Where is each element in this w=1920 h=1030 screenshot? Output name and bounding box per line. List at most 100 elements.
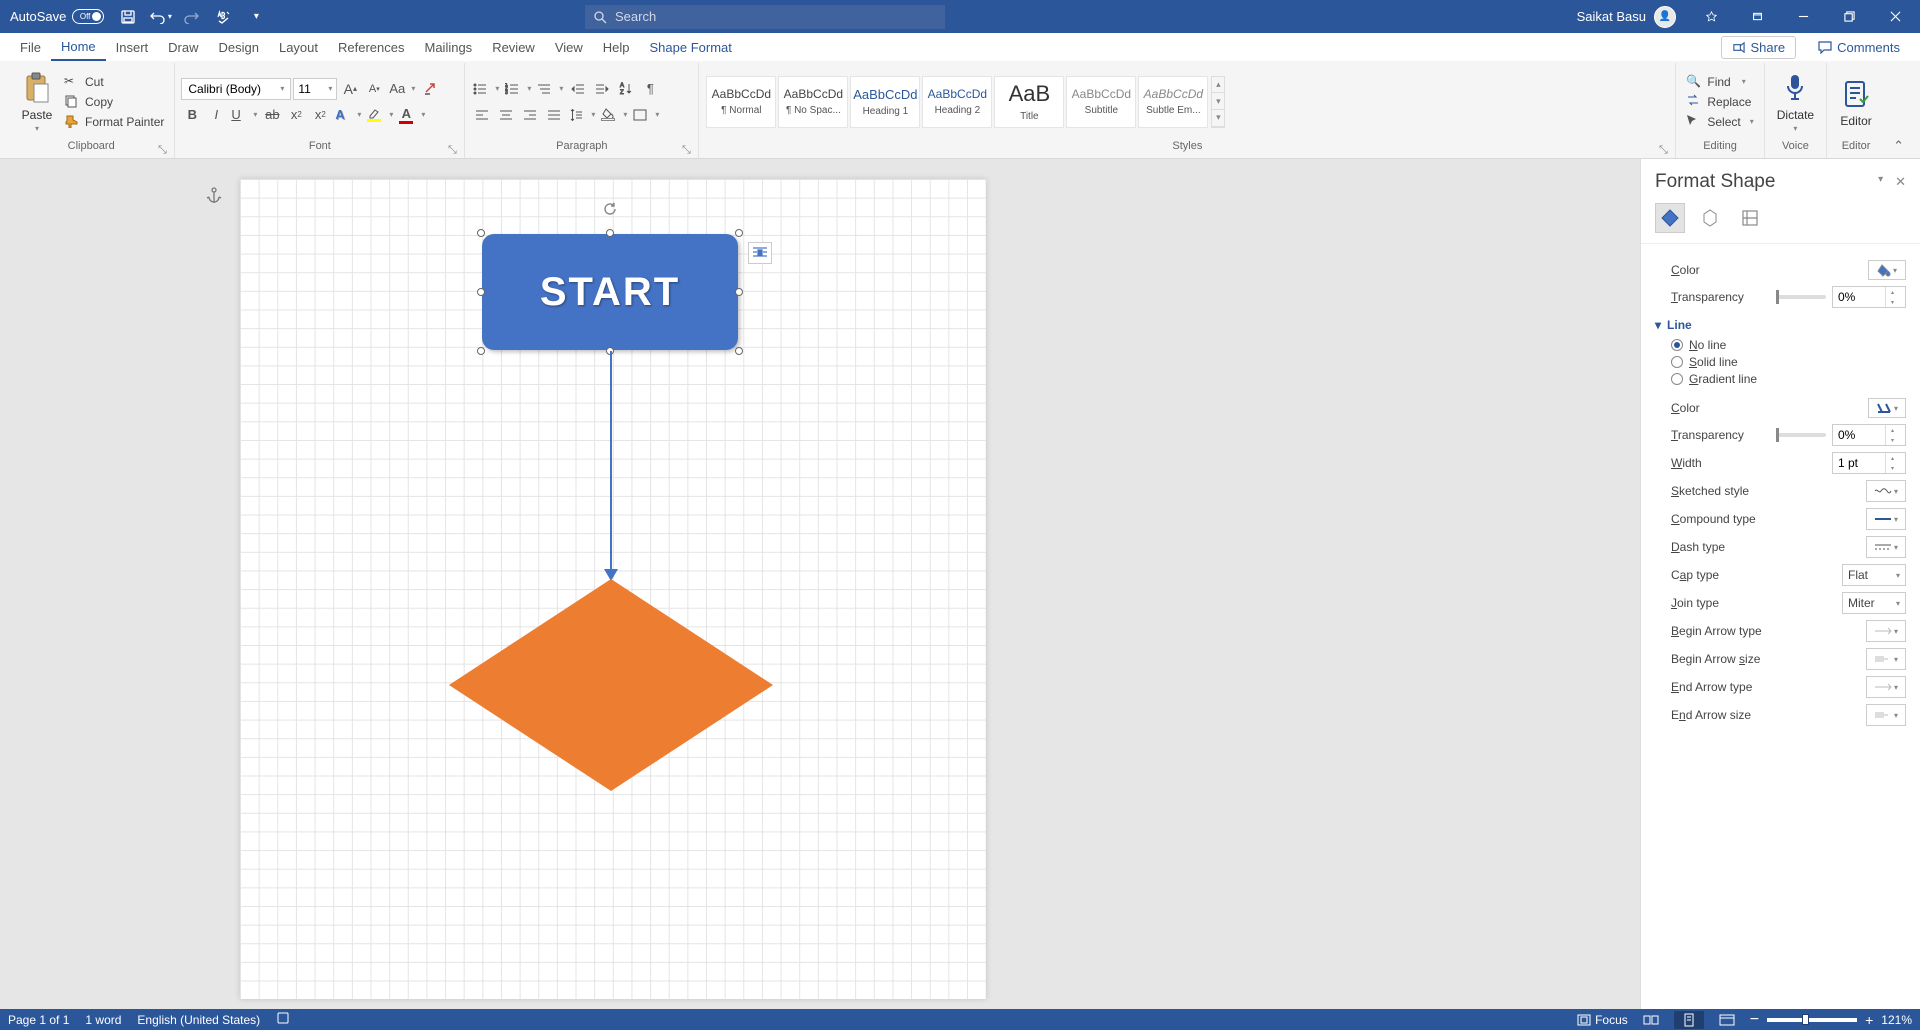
align-center-icon[interactable] [495, 104, 517, 126]
user-account[interactable]: Saikat Basu 👤 [1567, 6, 1686, 28]
tab-file[interactable]: File [10, 33, 51, 61]
collapse-ribbon-icon[interactable]: ⌃ [1885, 134, 1912, 158]
decrease-indent-icon[interactable] [567, 78, 589, 100]
autosave-toggle[interactable]: AutoSave Off [4, 9, 110, 24]
spellcheck-icon[interactable] [210, 3, 238, 31]
restore-icon[interactable] [1828, 3, 1870, 31]
align-right-icon[interactable] [519, 104, 541, 126]
rotate-handle-icon[interactable] [599, 198, 621, 220]
tab-home[interactable]: Home [51, 33, 106, 61]
line-spacing-icon[interactable]: ▾ [567, 104, 597, 126]
style-heading2[interactable]: AaBbCcDdHeading 2 [922, 76, 992, 128]
style-gallery-scroller[interactable]: ▴▾▾ [1211, 76, 1225, 128]
format-painter-button[interactable]: Format Painter [60, 113, 168, 131]
zoom-level[interactable]: 121% [1881, 1013, 1912, 1027]
autosave-pill[interactable]: Off [72, 9, 104, 24]
borders-icon[interactable]: ▾ [631, 104, 661, 126]
styles-expand-icon[interactable]: ⤡ [1657, 144, 1669, 156]
numbering-icon[interactable]: 123▾ [503, 78, 533, 100]
strikethrough-icon[interactable]: ab [261, 104, 283, 126]
tab-view[interactable]: View [545, 33, 593, 61]
paste-dropdown-icon[interactable]: ▾ [35, 124, 39, 133]
style-normal[interactable]: AaBbCcDd¶ Normal [706, 76, 776, 128]
layout-options-icon[interactable] [748, 242, 772, 264]
italic-icon[interactable]: I [205, 104, 227, 126]
web-layout-icon[interactable] [1712, 1011, 1742, 1029]
pane-tab-effects[interactable] [1695, 203, 1725, 233]
editor-button[interactable]: Editor [1833, 74, 1879, 130]
style-heading1[interactable]: AaBbCcDdHeading 1 [850, 76, 920, 128]
cut-button[interactable]: ✂Cut [60, 73, 168, 91]
gradient-line-radio[interactable]: Gradient line [1671, 372, 1906, 386]
line-transparency-input[interactable]: ▴▾ [1832, 424, 1906, 446]
style-nospacing[interactable]: AaBbCcDd¶ No Spac... [778, 76, 848, 128]
bullets-icon[interactable]: ▾ [471, 78, 501, 100]
read-mode-icon[interactable] [1636, 1011, 1666, 1029]
document-scroll-area[interactable]: START [0, 159, 1640, 1009]
line-transparency-slider[interactable] [1776, 433, 1826, 437]
dash-type-picker[interactable]: ▾ [1866, 536, 1906, 558]
clipboard-expand-icon[interactable]: ⤡ [156, 144, 168, 156]
resize-handle-se[interactable] [735, 347, 743, 355]
dictate-dropdown-icon[interactable]: ▾ [1793, 124, 1797, 133]
status-words[interactable]: 1 word [85, 1013, 121, 1027]
ribbon-display-icon[interactable] [1736, 3, 1778, 31]
line-width-input[interactable]: ▴▾ [1832, 452, 1906, 474]
no-line-radio[interactable]: No line [1671, 338, 1906, 352]
underline-icon[interactable]: U▾ [229, 104, 259, 126]
compound-type-picker[interactable]: ▾ [1866, 508, 1906, 530]
resize-handle-e[interactable] [735, 288, 743, 296]
shrink-font-icon[interactable]: A▾ [363, 78, 385, 100]
focus-mode-button[interactable]: Focus [1577, 1013, 1628, 1027]
zoom-in-icon[interactable]: + [1865, 1012, 1873, 1028]
zoom-slider[interactable] [1767, 1018, 1857, 1022]
sketched-style-picker[interactable]: ▾ [1866, 480, 1906, 502]
find-button[interactable]: 🔍Find▾ [1682, 73, 1757, 91]
redo-icon[interactable] [178, 3, 206, 31]
grow-font-icon[interactable]: A▴ [339, 78, 361, 100]
status-accessibility-icon[interactable] [276, 1011, 290, 1028]
solid-line-radio[interactable]: Solid line [1671, 355, 1906, 369]
tab-shape-format[interactable]: Shape Format [640, 33, 742, 61]
subscript-icon[interactable]: x2 [285, 104, 307, 126]
customize-qa-icon[interactable]: ▾ [242, 3, 270, 31]
font-size-select[interactable]: 11▾ [293, 78, 337, 100]
line-section-header[interactable]: ▾Line [1655, 318, 1906, 332]
search-box[interactable]: Search [585, 5, 945, 29]
fill-transparency-slider[interactable] [1776, 295, 1826, 299]
paragraph-expand-icon[interactable]: ⤡ [680, 144, 692, 156]
join-type-select[interactable]: Miter▾ [1842, 592, 1906, 614]
print-layout-icon[interactable] [1674, 1011, 1704, 1029]
fill-color-picker[interactable]: ▾ [1868, 260, 1906, 280]
multilevel-list-icon[interactable]: ▾ [535, 78, 565, 100]
save-icon[interactable] [114, 3, 142, 31]
undo-icon[interactable]: ▾ [146, 3, 174, 31]
resize-handle-nw[interactable] [477, 229, 485, 237]
zoom-out-icon[interactable]: − [1750, 1011, 1759, 1029]
dictate-button[interactable]: Dictate ▾ [1771, 68, 1820, 135]
tab-design[interactable]: Design [209, 33, 269, 61]
tab-mailings[interactable]: Mailings [415, 33, 483, 61]
status-language[interactable]: English (United States) [137, 1013, 260, 1027]
pane-tab-layout[interactable] [1735, 203, 1765, 233]
tab-layout[interactable]: Layout [269, 33, 328, 61]
tab-references[interactable]: References [328, 33, 414, 61]
status-page[interactable]: Page 1 of 1 [8, 1013, 69, 1027]
pane-tab-fill-line[interactable] [1655, 203, 1685, 233]
premium-icon[interactable] [1690, 3, 1732, 31]
resize-handle-n[interactable] [606, 229, 614, 237]
comments-button[interactable]: Comments [1808, 37, 1910, 58]
close-icon[interactable] [1874, 3, 1916, 31]
style-subtitle[interactable]: AaBbCcDdSubtitle [1066, 76, 1136, 128]
tab-help[interactable]: Help [593, 33, 640, 61]
font-name-select[interactable]: Calibri (Body)▾ [181, 78, 291, 100]
copy-button[interactable]: Copy [60, 93, 168, 111]
select-button[interactable]: Select▾ [1682, 113, 1757, 131]
sort-icon[interactable]: AZ [615, 78, 637, 100]
pane-close-icon[interactable]: ✕ [1895, 174, 1906, 190]
font-expand-icon[interactable]: ⤡ [446, 144, 458, 156]
resize-handle-sw[interactable] [477, 347, 485, 355]
tab-draw[interactable]: Draw [158, 33, 208, 61]
text-effects-icon[interactable]: A▾ [333, 104, 363, 126]
superscript-icon[interactable]: x2 [309, 104, 331, 126]
